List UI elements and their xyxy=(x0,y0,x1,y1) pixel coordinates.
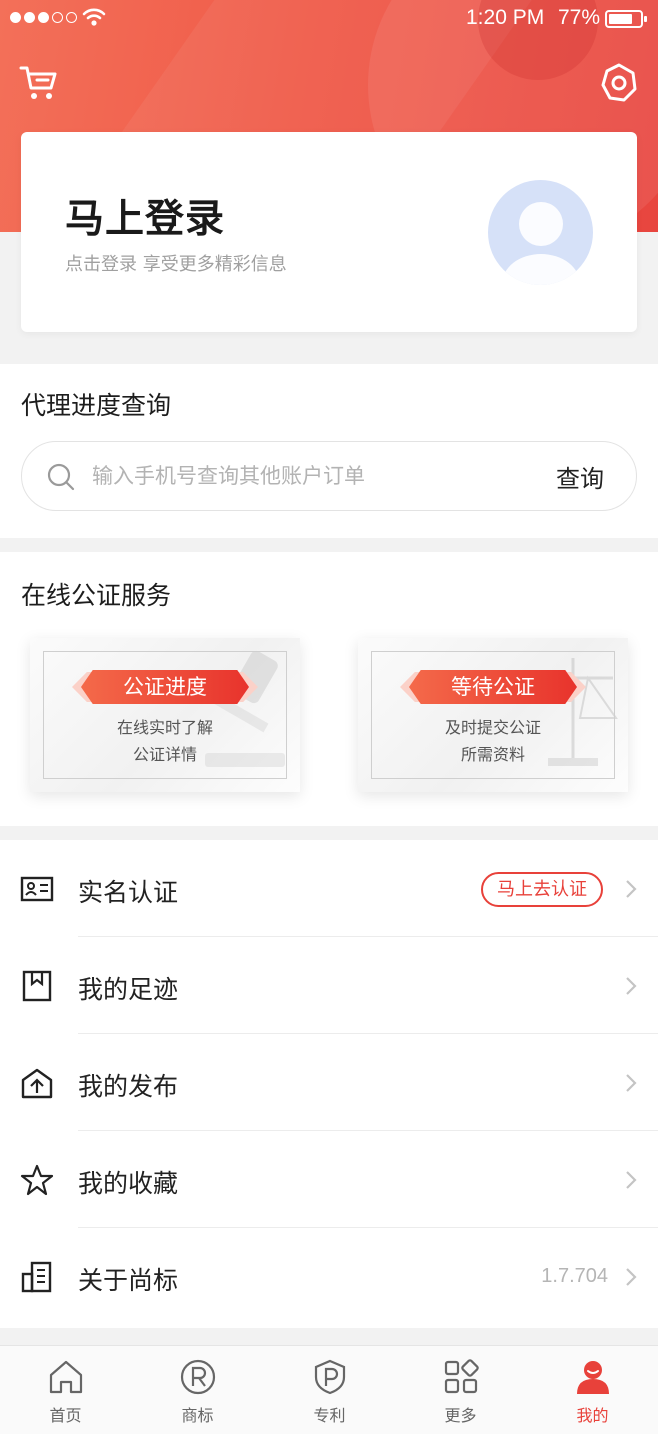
awaiting-notary-desc-2: 所需资料 xyxy=(460,745,525,764)
menu-item-about[interactable]: 关于尚标 1.7.704 xyxy=(0,1228,658,1325)
tab-label: 商标 xyxy=(181,1406,214,1425)
settings-icon[interactable] xyxy=(598,62,640,104)
tab-patent[interactable]: 专利 xyxy=(264,1346,395,1434)
avatar-icon[interactable] xyxy=(488,180,593,285)
tab-more[interactable]: 更多 xyxy=(395,1346,526,1434)
app-version: 1.7.704 xyxy=(541,1265,608,1287)
signal-icon xyxy=(10,12,77,23)
login-card[interactable]: 马上登录 点击登录 享受更多精彩信息 xyxy=(21,132,637,332)
menu-label: 我的足迹 xyxy=(78,975,179,1004)
tab-label: 我的 xyxy=(576,1406,609,1425)
menu-label: 关于尚标 xyxy=(78,1266,179,1295)
phone-search-input[interactable] xyxy=(92,442,532,510)
menu-label: 我的收藏 xyxy=(78,1169,179,1198)
battery-icon xyxy=(605,10,647,28)
tab-home[interactable]: 首页 xyxy=(0,1346,131,1434)
login-title[interactable]: 马上登录 xyxy=(65,188,225,244)
tab-label: 专利 xyxy=(313,1406,346,1425)
awaiting-notary-desc-1: 及时提交公证 xyxy=(444,718,541,737)
menu-list: 实名认证 马上去认证 我的足迹 我的发布 我的收藏 关于尚标 1.7.704 xyxy=(0,840,658,1328)
notary-progress-desc-1: 在线实时了解 xyxy=(116,718,213,737)
login-subtitle: 点击登录 享受更多精彩信息 xyxy=(65,254,287,275)
menu-item-real-name-verification[interactable]: 实名认证 马上去认证 xyxy=(0,840,658,937)
battery-percent: 77% xyxy=(558,6,601,29)
status-time: 1:20 PM xyxy=(466,6,545,29)
menu-item-my-footprints[interactable]: 我的足迹 xyxy=(0,937,658,1034)
menu-item-my-publications[interactable]: 我的发布 xyxy=(0,1034,658,1131)
patent-icon xyxy=(314,1359,346,1395)
tab-profile[interactable]: 我的 xyxy=(527,1346,658,1434)
chevron-right-icon xyxy=(626,977,637,995)
chevron-right-icon xyxy=(626,880,637,898)
chevron-right-icon xyxy=(626,1171,637,1189)
search-icon xyxy=(47,463,75,491)
building-icon xyxy=(21,1261,52,1293)
notary-progress-desc-2: 公证详情 xyxy=(132,745,197,764)
menu-label: 实名认证 xyxy=(78,878,179,907)
agent-progress-section: 代理进度查询 查询 xyxy=(0,364,658,538)
wifi-icon xyxy=(82,8,106,26)
publish-icon xyxy=(21,1068,53,1099)
menu-item-my-favorites[interactable]: 我的收藏 xyxy=(0,1131,658,1228)
query-button[interactable]: 查询 xyxy=(556,459,604,494)
tab-bar: 首页 商标 专利 更多 我的 xyxy=(0,1345,658,1434)
notary-section-title: 在线公证服务 xyxy=(21,581,172,610)
id-card-icon xyxy=(20,876,54,902)
status-bar: 1:20 PM 77% xyxy=(0,0,658,38)
profile-icon xyxy=(577,1361,609,1394)
verify-now-badge[interactable]: 马上去认证 xyxy=(481,872,603,907)
menu-label: 我的发布 xyxy=(78,1072,179,1101)
cart-icon[interactable] xyxy=(18,62,60,104)
trademark-icon xyxy=(180,1359,216,1395)
search-box: 查询 xyxy=(21,441,637,511)
tab-trademark[interactable]: 商标 xyxy=(132,1346,263,1434)
notary-progress-tag: 公证进度 xyxy=(72,670,258,704)
notary-progress-card[interactable]: 公证进度 在线实时了解 公证详情 xyxy=(30,638,300,792)
awaiting-notary-card[interactable]: 等待公证 及时提交公证 所需资料 xyxy=(358,638,628,792)
bookmark-icon xyxy=(22,970,52,1002)
home-icon xyxy=(49,1360,83,1394)
awaiting-notary-tag: 等待公证 xyxy=(400,670,586,704)
chevron-right-icon xyxy=(626,1074,637,1092)
chevron-right-icon xyxy=(626,1268,637,1286)
tab-label: 更多 xyxy=(444,1406,477,1425)
agent-section-title: 代理进度查询 xyxy=(21,391,172,420)
tab-label: 首页 xyxy=(49,1406,82,1425)
grid-icon xyxy=(444,1359,479,1394)
notary-section: 在线公证服务 公证进度 在线实时了解 公证详情 等待公证 及时提交公证 所需资料 xyxy=(0,552,658,826)
star-icon xyxy=(20,1164,54,1196)
